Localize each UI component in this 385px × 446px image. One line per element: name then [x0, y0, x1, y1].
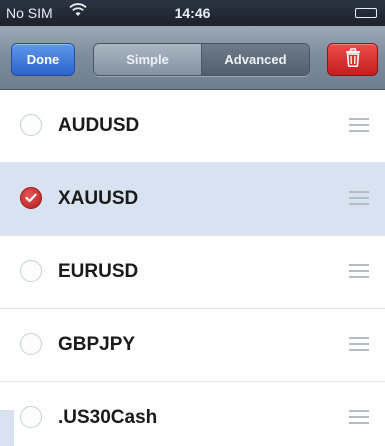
trash-icon	[345, 47, 361, 72]
segment-simple[interactable]: Simple	[94, 44, 202, 75]
list-item-xauusd[interactable]: XAUUSD	[0, 163, 385, 236]
reorder-handle-icon[interactable]	[349, 118, 369, 132]
radio-unchecked-icon[interactable]	[20, 333, 42, 355]
toolbar: Done Simple Advanced	[0, 26, 385, 90]
symbol-label: .US30Cash	[58, 407, 158, 428]
radio-unchecked-icon[interactable]	[20, 114, 42, 136]
battery-icon	[355, 8, 377, 18]
radio-unchecked-icon[interactable]	[20, 406, 42, 428]
list-item-eurusd[interactable]: EURUSD	[0, 236, 385, 309]
reorder-handle-icon[interactable]	[349, 191, 369, 205]
symbol-label: GBPJPY	[58, 334, 136, 355]
delete-button[interactable]	[327, 43, 378, 76]
background-edge	[0, 410, 14, 446]
symbol-label: XAUUSD	[58, 188, 139, 209]
symbol-label: EURUSD	[58, 261, 139, 282]
reorder-handle-icon[interactable]	[349, 410, 369, 424]
segment-advanced[interactable]: Advanced	[202, 44, 309, 75]
radio-unchecked-icon[interactable]	[20, 260, 42, 282]
status-time: 14:46	[174, 5, 211, 21]
list-item-us30cash[interactable]: .US30Cash	[0, 382, 385, 446]
list-item-gbpjpy[interactable]: GBPJPY	[0, 309, 385, 382]
done-button[interactable]: Done	[11, 43, 75, 76]
reorder-handle-icon[interactable]	[349, 337, 369, 351]
symbol-list: AUDUSD XAUUSD EURUSD GBPJPY .US30Cash	[0, 90, 385, 446]
status-bar: No SIM 14:46	[0, 0, 385, 26]
checkmark-icon[interactable]	[20, 187, 42, 209]
reorder-handle-icon[interactable]	[349, 264, 369, 278]
list-item-audusd[interactable]: AUDUSD	[0, 90, 385, 163]
symbol-label: AUDUSD	[58, 115, 140, 136]
view-mode-segmented-control: Simple Advanced	[93, 43, 310, 76]
